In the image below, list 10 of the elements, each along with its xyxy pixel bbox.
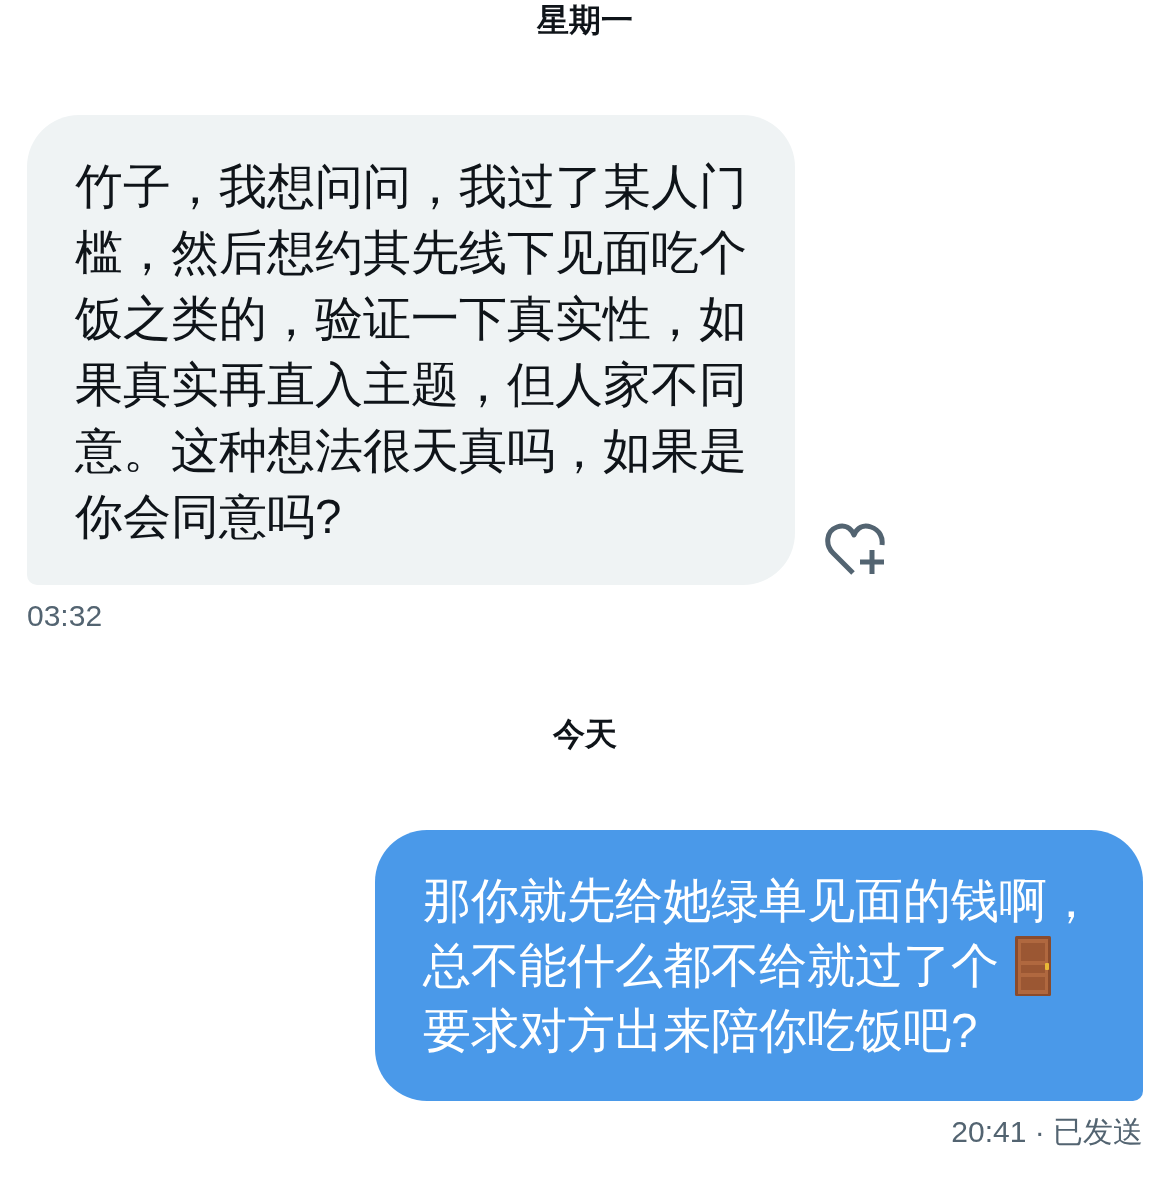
door-icon bbox=[1015, 935, 1051, 996]
message-time: 20:41 · 已发送 bbox=[951, 1114, 1143, 1150]
message-text: 那你就先给她绿单见面的钱啊， bbox=[423, 874, 1095, 927]
day-label: 星期一 bbox=[537, 1, 633, 40]
message-text: 要求对方出来陪你吃饭吧? bbox=[423, 1004, 978, 1057]
heart-plus-icon[interactable] bbox=[825, 523, 885, 577]
message-time: 03:32 bbox=[27, 598, 103, 634]
message-text: 竹子，我想问问，我过了某人门槛，然后想约其先线下见面吃个饭之类的，验证一下真实性，如果真实再直入主题，但人家不同意。这种想法很天真吗，如果是你会同意吗? bbox=[75, 160, 747, 543]
message-text: 总不能什么都不给就过了个 bbox=[423, 938, 999, 994]
day-label: 今天 bbox=[553, 715, 617, 754]
